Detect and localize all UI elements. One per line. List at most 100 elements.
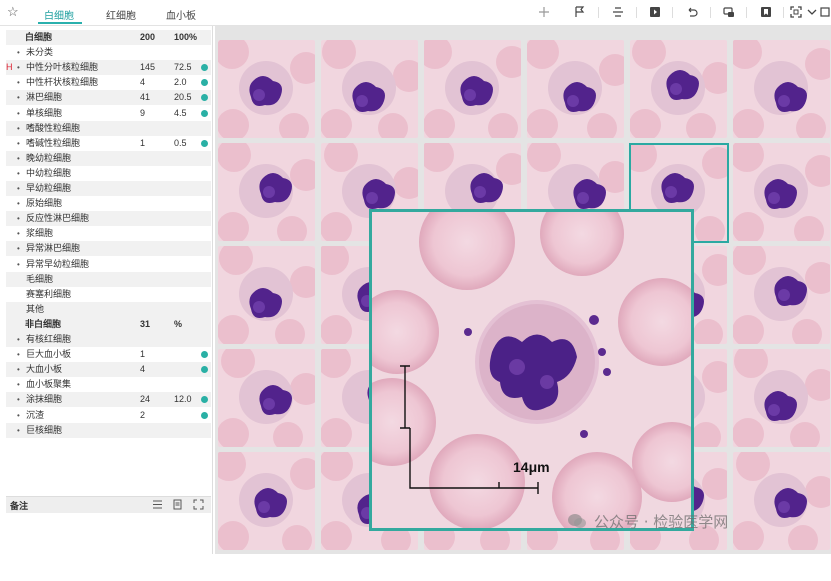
bullet: • <box>17 365 20 375</box>
cell-type-row[interactable]: • 中幼粒细胞 <box>6 166 211 181</box>
star-icon[interactable]: ☆ <box>7 5 21 19</box>
bullet: • <box>17 63 20 73</box>
cell-type-row[interactable]: • 有核红细胞 <box>6 332 211 347</box>
cell-count: 24 <box>140 394 151 405</box>
cell-type-row[interactable]: 赛塞利细胞 <box>6 287 211 302</box>
cell-type-row[interactable]: 其他 <box>6 301 211 317</box>
cell-thumbnail[interactable] <box>218 246 315 344</box>
high-flag: H <box>6 62 13 73</box>
link-icon[interactable] <box>723 6 735 18</box>
section-count: 31 <box>140 318 151 329</box>
cell-percent: 4.5 <box>174 107 187 118</box>
section-header[interactable]: 非白细胞 31% <box>6 316 211 332</box>
wechat-icon <box>568 514 586 528</box>
cell-type-row[interactable]: • 浆细胞 <box>6 226 211 241</box>
list-icon[interactable] <box>152 499 163 510</box>
cell-thumbnail[interactable] <box>733 349 830 447</box>
cell-thumbnail[interactable] <box>733 246 830 344</box>
cell-thumbnail[interactable] <box>218 40 315 138</box>
play-icon[interactable] <box>649 6 661 18</box>
cell-type-row[interactable]: H • 中性分叶核粒细胞 145 72.5 <box>6 60 211 76</box>
toolbar-divider <box>598 7 599 18</box>
cell-type-name: 单核细胞 <box>26 107 63 118</box>
cell-thumbnail[interactable] <box>218 349 315 447</box>
cell-type-row[interactable]: • 反应性淋巴细胞 <box>6 211 211 227</box>
cell-type-row[interactable]: • 晚幼粒细胞 <box>6 150 211 166</box>
bullet: • <box>17 78 20 88</box>
zoomed-cell-view[interactable] <box>369 209 694 531</box>
tab-wbc[interactable]: 白细胞 <box>44 7 74 22</box>
cell-type-row[interactable]: • 沉渣 2 <box>6 408 211 423</box>
active-tab-indicator <box>38 22 82 24</box>
cell-type-row[interactable]: • 嗜酸性粒细胞 <box>6 120 211 136</box>
cell-type-row[interactable]: • 单核细胞 9 4.5 <box>6 106 211 121</box>
document-icon[interactable] <box>172 499 183 510</box>
tab-rbc[interactable]: 红细胞 <box>106 7 136 22</box>
chevron-down-icon[interactable] <box>806 6 818 18</box>
cell-type-name: 毛细胞 <box>26 273 54 284</box>
cell-type-row[interactable]: • 未分类 <box>6 45 211 60</box>
cell-type-name: 涂抹细胞 <box>26 394 63 405</box>
cell-type-row[interactable]: • 原始细胞 <box>6 196 211 211</box>
plus-target-icon[interactable] <box>538 6 550 18</box>
status-dot-icon <box>201 139 208 147</box>
cell-type-name: 大血小板 <box>26 364 63 375</box>
cell-thumbnail[interactable] <box>218 452 315 550</box>
split-icon[interactable] <box>612 6 624 18</box>
cell-type-row[interactable]: • 血小板聚集 <box>6 377 211 392</box>
cell-count: 4 <box>140 77 146 88</box>
cell-thumbnail[interactable] <box>218 143 315 241</box>
cell-type-row[interactable]: • 淋巴细胞 41 20.5 <box>6 90 211 106</box>
cell-type-row[interactable]: • 异常早幼粒细胞 <box>6 257 211 272</box>
flag-icon[interactable] <box>574 6 586 18</box>
cell-type-row[interactable]: • 嗜碱性粒细胞 1 0.5 <box>6 136 211 151</box>
cell-thumbnail[interactable] <box>733 40 830 138</box>
section-name: 白细胞 <box>25 32 53 42</box>
cell-thumbnail[interactable] <box>733 452 830 550</box>
cell-type-row[interactable]: • 早幼粒细胞 <box>6 181 211 196</box>
status-dot-icon <box>201 94 208 102</box>
bullet: • <box>17 48 20 58</box>
expand-icon[interactable] <box>193 499 204 510</box>
cell-type-row[interactable]: • 巨大血小板 1 <box>6 347 211 362</box>
status-dot-icon <box>201 64 208 72</box>
section-name: 非白细胞 <box>25 318 62 329</box>
section-percent: % <box>174 318 183 329</box>
cell-type-row[interactable]: • 涂抹细胞 24 12.0 <box>6 392 211 408</box>
cell-type-name: 未分类 <box>26 47 54 58</box>
cell-type-name: 嗜碱性粒细胞 <box>26 137 81 148</box>
bullet: • <box>17 108 20 118</box>
bullet: • <box>17 199 20 209</box>
status-dot-icon <box>201 366 208 374</box>
fullscreen-icon[interactable] <box>790 6 802 18</box>
cell-type-name: 赛塞利细胞 <box>26 288 72 299</box>
zoomed-cell-image <box>372 212 691 528</box>
cell-thumbnail[interactable] <box>733 143 830 241</box>
notes-textarea[interactable] <box>6 512 211 581</box>
cell-thumbnail[interactable] <box>527 40 624 138</box>
toolbar-divider <box>783 7 784 18</box>
cell-type-name: 淋巴细胞 <box>26 92 63 103</box>
cell-thumbnail[interactable] <box>630 40 727 138</box>
scale-bar-label: 14μm <box>513 459 550 475</box>
bullet: • <box>17 123 20 133</box>
cell-type-row[interactable]: • 巨核细胞 <box>6 422 211 438</box>
top-toolbar: ☆ 白细胞 红细胞 血小板 <box>0 0 831 26</box>
cell-thumbnail[interactable] <box>424 40 521 138</box>
section-header[interactable]: 白细胞 200 100% <box>6 30 211 45</box>
grid-icon[interactable] <box>820 6 830 18</box>
cell-type-row[interactable]: • 大血小板 4 <box>6 362 211 378</box>
cell-type-row[interactable]: • 中性杆状核粒细胞 4 2.0 <box>6 75 211 90</box>
cell-percent: 2.0 <box>174 77 187 88</box>
undo-icon[interactable] <box>686 6 698 18</box>
cell-type-row[interactable]: • 异常淋巴细胞 <box>6 241 211 257</box>
bookmark-icon[interactable] <box>760 6 772 18</box>
cell-type-row[interactable]: 毛细胞 <box>6 271 211 287</box>
cell-type-name: 中性杆状核粒细胞 <box>26 77 99 88</box>
cell-type-name: 嗜酸性粒细胞 <box>26 122 81 133</box>
bullet: • <box>17 153 20 163</box>
cell-classification-panel: 白细胞 200 100% • 未分类 H • 中性分叶核粒细胞 145 72.5 • 中性杆状核粒细胞… <box>0 26 213 581</box>
cell-thumbnail[interactable] <box>321 40 418 138</box>
bullet: • <box>17 93 20 103</box>
tab-platelet[interactable]: 血小板 <box>166 7 196 22</box>
